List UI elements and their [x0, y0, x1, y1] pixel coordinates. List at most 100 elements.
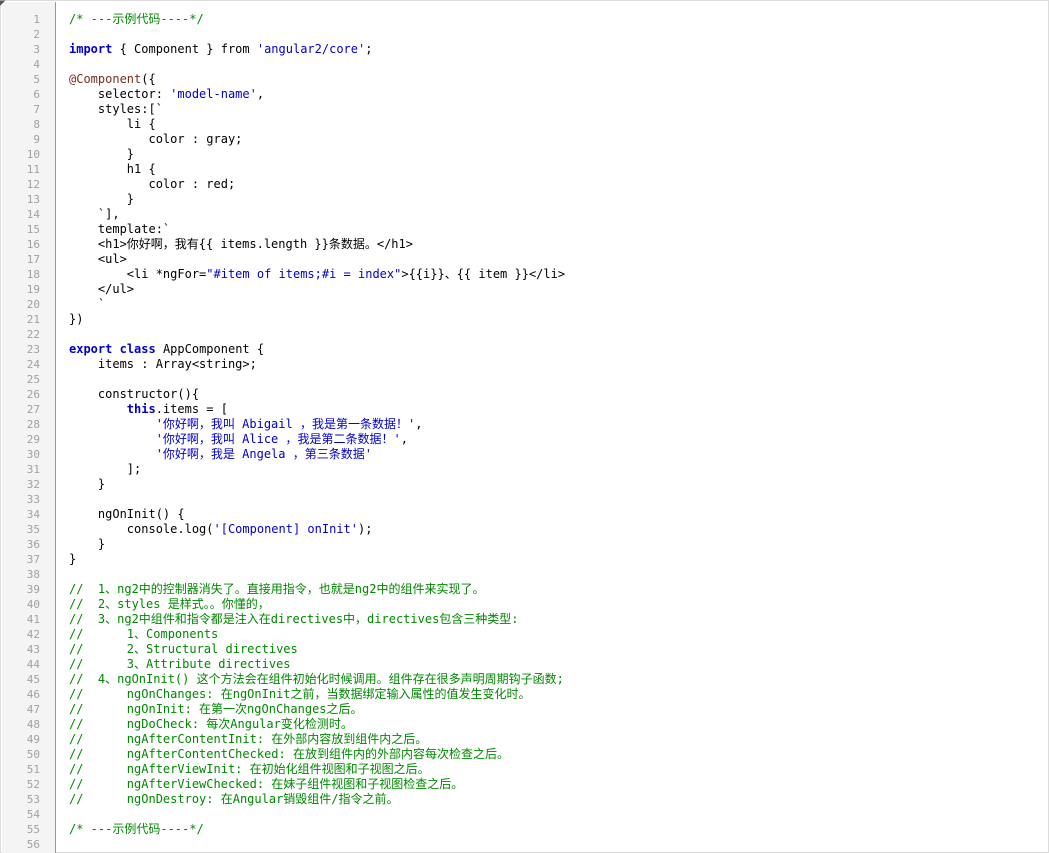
line-number: 10: [26, 148, 40, 161]
code-area[interactable]: /* ---示例代码----*/ import { Component } fro…: [56, 2, 1047, 853]
code-line[interactable]: // 3、Attribute directives: [56, 657, 1047, 672]
code-line[interactable]: // ngAfterContentChecked: 在放到组件内的外部内容每次检…: [56, 747, 1047, 762]
code-line-text: color : gray;: [69, 132, 242, 147]
code-line[interactable]: // ngDoCheck: 每次Angular变化检测时。: [56, 717, 1047, 732]
code-line[interactable]: <li *ngFor="#item of items;#i = index">{…: [56, 267, 1047, 282]
code-line[interactable]: [56, 492, 1047, 507]
line-number: 20: [26, 298, 40, 311]
code-line[interactable]: // 1、Components: [56, 627, 1047, 642]
code-line[interactable]: @Component({: [56, 72, 1047, 87]
code-line[interactable]: '你好啊，我叫 Abigail ，我是第一条数据！',: [56, 417, 1047, 432]
code-line[interactable]: export class AppComponent {: [56, 342, 1047, 357]
code-line[interactable]: template:`: [56, 222, 1047, 237]
code-line-text: // 3、ng2中组件和指令都是注入在directives中，directive…: [69, 612, 519, 627]
code-line[interactable]: <ul>: [56, 252, 1047, 267]
code-line-text: template:`: [69, 222, 170, 237]
code-line[interactable]: [56, 27, 1047, 42]
code-line-text: '你好啊，我叫 Abigail ，我是第一条数据！',: [69, 417, 423, 432]
code-line[interactable]: // 2、Structural directives: [56, 642, 1047, 657]
code-line[interactable]: <h1>你好啊，我有{{ items.length }}条数据。</h1>: [56, 237, 1047, 252]
code-line[interactable]: ngOnInit() {: [56, 507, 1047, 522]
code-line[interactable]: this.items = [: [56, 402, 1047, 417]
code-token: .items = [: [155, 402, 228, 416]
code-line[interactable]: // ngOnDestroy: 在Angular销毁组件/指令之前。: [56, 792, 1047, 807]
line-number: 33: [26, 493, 40, 506]
line-number: 50: [26, 748, 40, 761]
code-line[interactable]: }: [56, 147, 1047, 162]
code-line[interactable]: ];: [56, 462, 1047, 477]
code-token: <h1>你好啊，我有{{ items.length }}条数据。</h1>: [69, 237, 413, 251]
line-number: 30: [26, 448, 40, 461]
code-line[interactable]: constructor(){: [56, 387, 1047, 402]
line-number: 7: [33, 103, 40, 116]
code-line-text: // ngAfterViewChecked: 在妹子组件视图和子视图检查之后。: [69, 777, 463, 792]
code-token: >{{i}}、{{ item }}</li>: [401, 267, 566, 281]
code-token: // ngAfterContentInit: 在外部内容放到组件内之后。: [69, 732, 428, 746]
code-line[interactable]: styles:[`: [56, 102, 1047, 117]
code-token: // 2、styles 是样式。。你懂的，: [69, 597, 270, 611]
line-number: 48: [26, 718, 40, 731]
code-line[interactable]: [56, 372, 1047, 387]
code-token: );: [358, 522, 373, 536]
line-number: 42: [26, 628, 40, 641]
code-line[interactable]: items : Array<string>;: [56, 357, 1047, 372]
code-line[interactable]: [56, 837, 1047, 852]
code-token: { Component } from: [112, 42, 257, 56]
code-line[interactable]: // 4、ngOnInit() 这个方法会在组件初始化时候调用。组件存在很多声明…: [56, 672, 1047, 687]
code-line-text: color : red;: [69, 177, 235, 192]
line-number: 25: [26, 373, 40, 386]
code-token: ngOnInit() {: [69, 507, 185, 521]
code-editor[interactable]: 1 2 3 4 5 6 7 8 9 10 11 12 13 14 15 16 17 18 19 20 21 22 23 24 2…: [0, 0, 1049, 853]
line-number: 34: [26, 508, 40, 521]
code-line[interactable]: h1 {: [56, 162, 1047, 177]
code-line[interactable]: // ngAfterViewInit: 在初始化组件视图和子视图之后。: [56, 762, 1047, 777]
code-line[interactable]: color : gray;: [56, 132, 1047, 147]
code-token: }: [69, 537, 106, 551]
code-line[interactable]: // ngAfterViewChecked: 在妹子组件视图和子视图检查之后。: [56, 777, 1047, 792]
line-number: 12: [26, 178, 40, 191]
code-token: '[Component] onInit': [213, 522, 359, 536]
code-line[interactable]: }: [56, 552, 1047, 567]
code-line[interactable]: }: [56, 192, 1047, 207]
code-line[interactable]: // ngAfterContentInit: 在外部内容放到组件内之后。: [56, 732, 1047, 747]
code-line[interactable]: /* ---示例代码----*/: [56, 822, 1047, 837]
code-line[interactable]: // ngOnChanges: 在ngOnInit之前，当数据绑定输入属性的值发…: [56, 687, 1047, 702]
code-line[interactable]: [56, 807, 1047, 822]
code-line[interactable]: console.log('[Component] onInit');: [56, 522, 1047, 537]
code-line-text: // ngDoCheck: 每次Angular变化检测时。: [69, 717, 353, 732]
code-token: ,: [415, 417, 423, 431]
code-token: console.log(: [69, 522, 214, 536]
line-number: 46: [26, 688, 40, 701]
code-line-text: /* ---示例代码----*/: [69, 12, 204, 27]
code-line[interactable]: `],: [56, 207, 1047, 222]
code-line[interactable]: [56, 567, 1047, 582]
line-number: 37: [26, 553, 40, 566]
code-line-text: `: [69, 297, 105, 312]
code-line[interactable]: selector: 'model-name',: [56, 87, 1047, 102]
code-token: // ngOnDestroy: 在Angular销毁组件/指令之前。: [69, 792, 399, 806]
code-line[interactable]: </ul>: [56, 282, 1047, 297]
code-line-text: }: [69, 537, 105, 552]
code-line[interactable]: [56, 327, 1047, 342]
code-token: // ngAfterViewChecked: 在妹子组件视图和子视图检查之后。: [69, 777, 464, 791]
code-line-text: h1 {: [69, 162, 156, 177]
code-line[interactable]: }: [56, 477, 1047, 492]
code-line[interactable]: // 1、ng2中的控制器消失了。直接用指令，也就是ng2中的组件来实现了。: [56, 582, 1047, 597]
code-line[interactable]: // 2、styles 是样式。。你懂的，: [56, 597, 1047, 612]
code-line[interactable]: }): [56, 312, 1047, 327]
code-line[interactable]: [56, 57, 1047, 72]
code-line[interactable]: import { Component } from 'angular2/core…: [56, 42, 1047, 57]
code-line[interactable]: // 3、ng2中组件和指令都是注入在directives中，directive…: [56, 612, 1047, 627]
code-line[interactable]: }: [56, 537, 1047, 552]
code-line[interactable]: /* ---示例代码----*/: [56, 12, 1047, 27]
code-line[interactable]: li {: [56, 117, 1047, 132]
code-token: "#item of items;#i = index": [206, 267, 402, 281]
code-line[interactable]: `: [56, 297, 1047, 312]
code-line[interactable]: '你好啊，我是 Angela ，第三条数据': [56, 447, 1047, 462]
code-line[interactable]: '你好啊，我叫 Alice ，我是第二条数据！',: [56, 432, 1047, 447]
code-line[interactable]: color : red;: [56, 177, 1047, 192]
code-line[interactable]: // ngOnInit: 在第一次ngOnChanges之后。: [56, 702, 1047, 717]
code-token: '你好啊，我叫 Alice ，我是第二条数据！': [155, 432, 401, 446]
